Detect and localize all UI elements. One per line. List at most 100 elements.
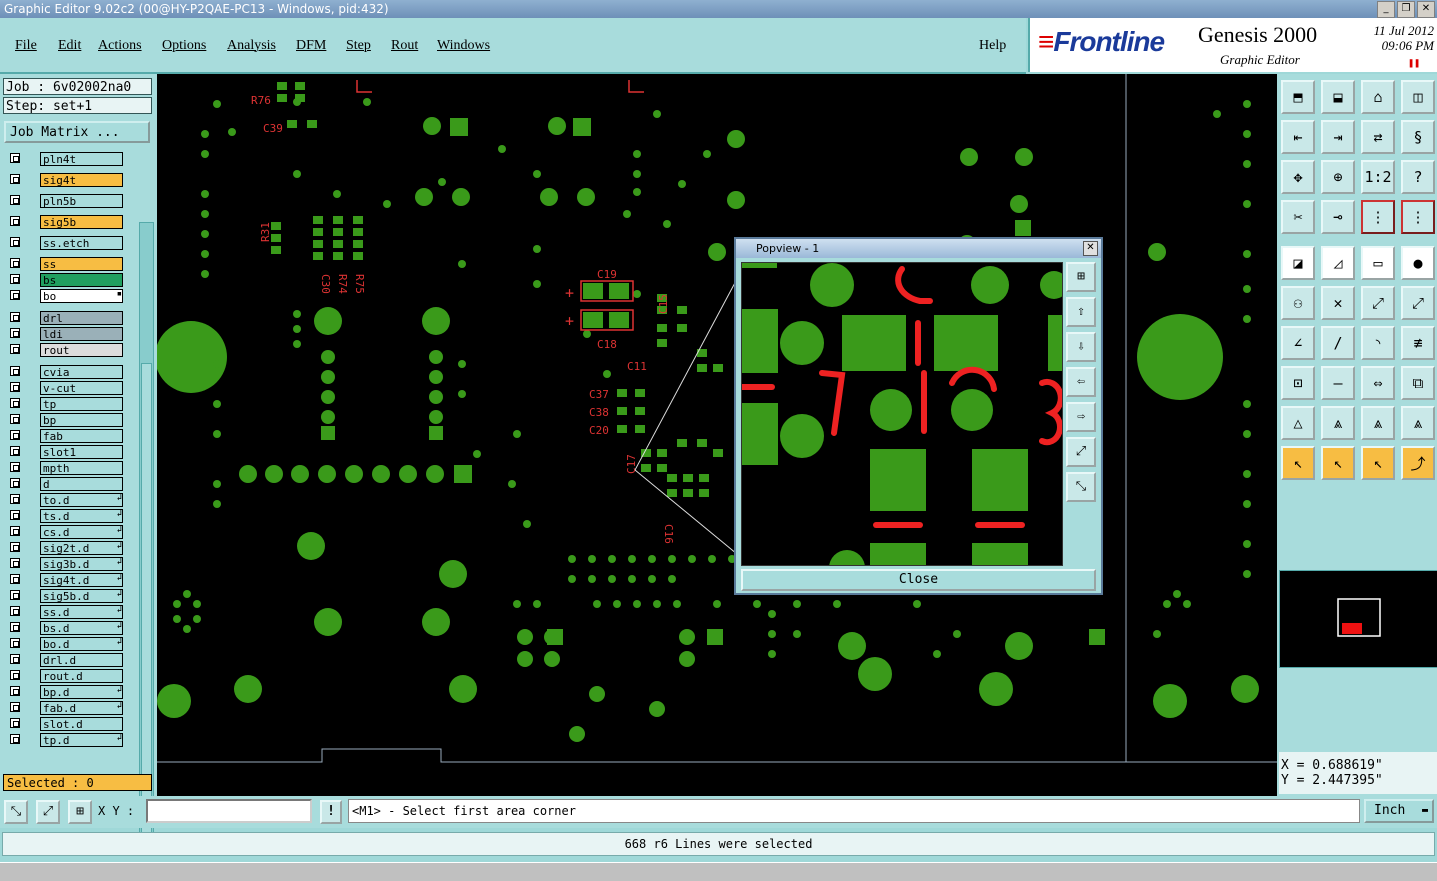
menu-windows[interactable]: Windows (437, 38, 490, 54)
layer-row-12[interactable]: v-cut (5, 381, 125, 395)
layer-row-6[interactable]: bs (5, 273, 125, 287)
layer-checkbox[interactable] (10, 398, 20, 408)
popview-zoom-out-button[interactable]: ⤡ (1066, 472, 1096, 502)
popview-fit-button[interactable]: ⊞ (1066, 262, 1096, 292)
layer-name[interactable]: bp (40, 413, 123, 427)
layer-name[interactable]: slot.d (40, 717, 123, 731)
layer-checkbox[interactable] (10, 328, 20, 338)
layer-checkbox[interactable] (10, 462, 20, 472)
layer-checkbox[interactable] (10, 216, 20, 226)
layer-name[interactable]: d (40, 477, 123, 491)
tool-button-31[interactable]: ⧉ (1401, 366, 1435, 400)
popview-left-button[interactable]: ⇦ (1066, 367, 1096, 397)
layer-checkbox[interactable] (10, 718, 20, 728)
tool-button-0[interactable]: ⬒ (1281, 80, 1315, 114)
layer-row-13[interactable]: tp (5, 397, 125, 411)
layer-name[interactable]: drl (40, 311, 123, 325)
layer-checkbox[interactable] (10, 153, 20, 163)
popview-zoom-view[interactable] (742, 263, 1062, 565)
layer-row-1[interactable]: sig4t (5, 173, 125, 187)
layer-row-3[interactable]: sig5b (5, 215, 125, 229)
layer-name[interactable]: sig2t.d (40, 541, 123, 555)
layer-name[interactable]: slot1 (40, 445, 123, 459)
popview-right-button[interactable]: ⇨ (1066, 402, 1096, 432)
layer-checkbox[interactable] (10, 382, 20, 392)
layer-row-33[interactable]: slot.d (5, 717, 125, 731)
tool-button-19[interactable]: ● (1401, 246, 1435, 280)
layer-name[interactable]: rout (40, 343, 123, 357)
tool-button-16[interactable]: ◪ (1281, 246, 1315, 280)
layer-row-20[interactable]: ts.d ↲ (5, 509, 125, 523)
layer-name[interactable]: fab.d (40, 701, 123, 715)
layer-row-16[interactable]: slot1 (5, 445, 125, 459)
layer-checkbox[interactable] (10, 446, 20, 456)
layer-name[interactable]: bp.d (40, 685, 123, 699)
layer-checkbox[interactable] (10, 344, 20, 354)
layer-row-0[interactable]: pln4t (5, 152, 125, 166)
tool-button-14[interactable]: ⋮ (1361, 200, 1395, 234)
measure-icon[interactable]: ⤢ (36, 800, 60, 824)
tool-button-9[interactable]: ⊕ (1321, 160, 1355, 194)
tool-button-18[interactable]: ▭ (1361, 246, 1395, 280)
layer-name[interactable]: mpth (40, 461, 123, 475)
layer-row-17[interactable]: mpth (5, 461, 125, 475)
menu-edit[interactable]: Edit (58, 38, 81, 54)
layer-checkbox[interactable] (10, 622, 20, 632)
layer-row-23[interactable]: sig3b.d ↲ (5, 557, 125, 571)
job-matrix-button[interactable]: Job Matrix ... (4, 121, 150, 143)
layer-row-7[interactable]: bo ▪ (5, 289, 125, 303)
tool-button-36[interactable]: ↖ (1281, 446, 1315, 480)
tool-button-3[interactable]: ◫ (1401, 80, 1435, 114)
layer-row-9[interactable]: ldi (5, 327, 125, 341)
tool-button-5[interactable]: ⇥ (1321, 120, 1355, 154)
tool-button-17[interactable]: ◿ (1321, 246, 1355, 280)
tool-button-20[interactable]: ⚇ (1281, 286, 1315, 320)
popview-close-icon[interactable]: ✕ (1083, 241, 1098, 256)
layer-name[interactable]: rout.d (40, 669, 123, 683)
layer-checkbox[interactable] (10, 590, 20, 600)
layer-row-31[interactable]: bp.d ↲ (5, 685, 125, 699)
layer-checkbox[interactable] (10, 430, 20, 440)
layer-name[interactable]: pln4t (40, 152, 123, 166)
grid-icon[interactable]: ⊞ (68, 800, 92, 824)
warning-icon[interactable]: ! (320, 800, 342, 824)
menu-analysis[interactable]: Analysis (227, 38, 276, 54)
layer-name[interactable]: to.d (40, 493, 123, 507)
scrollbar-thumb[interactable] (141, 363, 152, 835)
tool-button-21[interactable]: ✕ (1321, 286, 1355, 320)
layer-row-24[interactable]: sig4t.d ↲ (5, 573, 125, 587)
layer-checkbox[interactable] (10, 237, 20, 247)
tool-button-26[interactable]: ◝ (1361, 326, 1395, 360)
tool-button-39[interactable]: ⤴ (1401, 446, 1435, 480)
menu-options[interactable]: Options (162, 38, 206, 54)
layer-name[interactable]: ss.d (40, 605, 123, 619)
layer-name[interactable]: sig3b.d (40, 557, 123, 571)
tool-button-27[interactable]: ≢ (1401, 326, 1435, 360)
layer-row-34[interactable]: tp.d ↲ (5, 733, 125, 747)
layer-row-11[interactable]: cvia (5, 365, 125, 379)
tool-button-2[interactable]: ⌂ (1361, 80, 1395, 114)
layer-row-27[interactable]: bs.d ↲ (5, 621, 125, 635)
layer-checkbox[interactable] (10, 686, 20, 696)
layer-name[interactable]: v-cut (40, 381, 123, 395)
xy-input[interactable] (146, 799, 312, 823)
tool-button-22[interactable]: ⤢ (1361, 286, 1395, 320)
tool-button-32[interactable]: △ (1281, 406, 1315, 440)
layer-name[interactable]: bs.d (40, 621, 123, 635)
tool-button-25[interactable]: / (1321, 326, 1355, 360)
layer-name[interactable]: bo.d (40, 637, 123, 651)
tool-button-12[interactable]: ✂ (1281, 200, 1315, 234)
layer-checkbox[interactable] (10, 414, 20, 424)
popview-up-button[interactable]: ⇧ (1066, 297, 1096, 327)
tool-button-34[interactable]: ⩓ (1361, 406, 1395, 440)
layer-row-22[interactable]: sig2t.d ↲ (5, 541, 125, 555)
layer-name[interactable]: sig4t.d (40, 573, 123, 587)
tool-button-35[interactable]: ⩓ (1401, 406, 1435, 440)
overview-map[interactable] (1280, 571, 1437, 667)
menu-step[interactable]: Step (346, 38, 371, 54)
graphic-canvas[interactable]: R76 C39 R31 C30 R74 R75 C19 C18 C15 C11 … (157, 74, 1277, 796)
tool-button-4[interactable]: ⇤ (1281, 120, 1315, 154)
layer-checkbox[interactable] (10, 366, 20, 376)
layer-checkbox[interactable] (10, 606, 20, 616)
layer-checkbox[interactable] (10, 526, 20, 536)
